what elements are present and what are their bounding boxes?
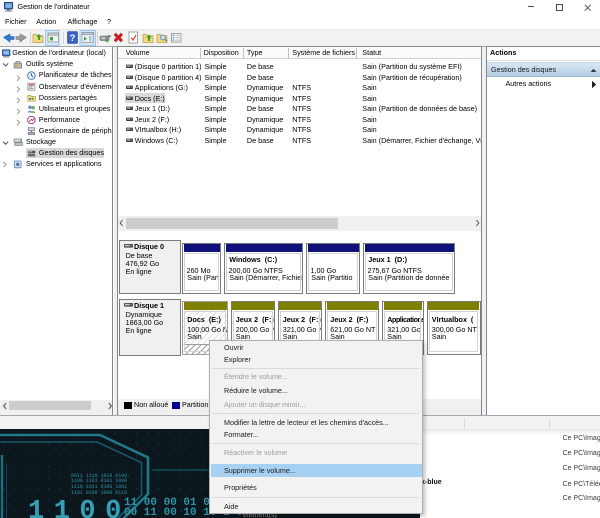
svg-text:?: ?	[70, 33, 76, 44]
